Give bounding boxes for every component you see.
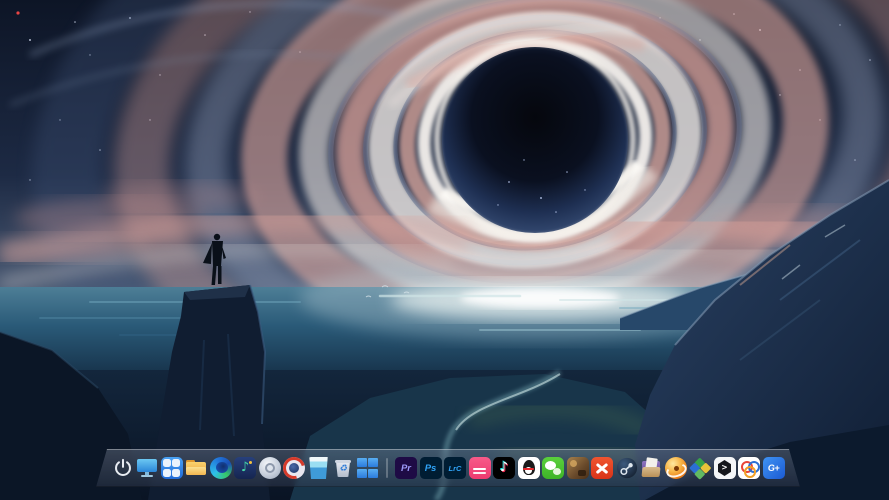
browser-swirl-icon xyxy=(210,457,232,479)
documents-app-button[interactable] xyxy=(640,457,662,479)
wechat-bubbles-icon xyxy=(542,457,564,479)
diamond-app-button[interactable] xyxy=(689,457,711,479)
gamepp-glyph: G+ xyxy=(767,463,780,473)
trash-button[interactable] xyxy=(332,457,354,479)
tri-ring-icon xyxy=(738,457,760,479)
lightroom-icon: LrC xyxy=(444,457,466,479)
app-grid-icon xyxy=(161,457,183,479)
photoshop-glyph: Ps xyxy=(424,462,437,474)
music-note-icon xyxy=(234,457,256,479)
show-desktop-button[interactable] xyxy=(136,457,158,479)
brown-game-icon xyxy=(567,457,589,479)
ring-app-button[interactable] xyxy=(738,457,760,479)
pink-video-app-icon xyxy=(469,457,491,479)
clock-app-button[interactable] xyxy=(283,457,305,479)
gamepp-button[interactable]: G+ xyxy=(763,457,785,479)
red-cross-app-button[interactable] xyxy=(591,457,613,479)
lightroom-button[interactable]: LrC xyxy=(444,457,466,479)
dock: Pr Ps LrC xyxy=(96,449,800,487)
documents-folder-icon xyxy=(640,457,662,479)
recycle-bin-icon xyxy=(332,457,354,479)
dock-separator xyxy=(386,458,388,478)
steam-button[interactable] xyxy=(616,457,638,479)
hexagon-prompt-icon xyxy=(714,457,736,479)
camera-app-button[interactable] xyxy=(259,457,281,479)
brown-game-button[interactable] xyxy=(567,457,589,479)
douyin-note-icon xyxy=(493,457,515,479)
blue-panes-icon xyxy=(357,457,379,479)
wechat-button[interactable] xyxy=(542,457,564,479)
browser-button[interactable] xyxy=(210,457,232,479)
red-ring-clock-icon xyxy=(283,457,305,479)
steam-icon xyxy=(616,457,638,479)
douyin-button[interactable] xyxy=(493,457,515,479)
blue-glass-icon xyxy=(308,457,330,479)
hexagon-app-button[interactable] xyxy=(714,457,736,479)
premiere-button[interactable]: Pr xyxy=(395,457,417,479)
monitor-icon xyxy=(136,457,158,479)
window-panes-button[interactable] xyxy=(357,457,379,479)
file-manager-button[interactable] xyxy=(185,457,207,479)
qq-penguin-icon xyxy=(518,457,540,479)
power-icon xyxy=(112,457,134,479)
gamepp-icon: G+ xyxy=(763,457,785,479)
lens-icon xyxy=(259,457,281,479)
photoshop-button[interactable]: Ps xyxy=(420,457,442,479)
diamond-mosaic-icon xyxy=(689,457,711,479)
red-star-speck xyxy=(16,11,20,15)
media-sphere-button[interactable] xyxy=(665,457,687,479)
wallpaper xyxy=(0,0,889,500)
power-button[interactable] xyxy=(112,457,134,479)
premiere-icon: Pr xyxy=(395,457,417,479)
folder-icon xyxy=(185,457,207,479)
red-cross-icon xyxy=(591,457,613,479)
photoshop-icon: Ps xyxy=(420,457,442,479)
premiere-glyph: Pr xyxy=(400,462,412,474)
black-hole-core xyxy=(442,47,628,233)
qq-button[interactable] xyxy=(518,457,540,479)
music-app-button[interactable] xyxy=(234,457,256,479)
orange-sphere-icon xyxy=(665,457,687,479)
pink-video-app-button[interactable] xyxy=(469,457,491,479)
launcher-button[interactable] xyxy=(161,457,183,479)
recorder-app-button[interactable] xyxy=(308,457,330,479)
lightroom-glyph: LrC xyxy=(448,463,462,473)
